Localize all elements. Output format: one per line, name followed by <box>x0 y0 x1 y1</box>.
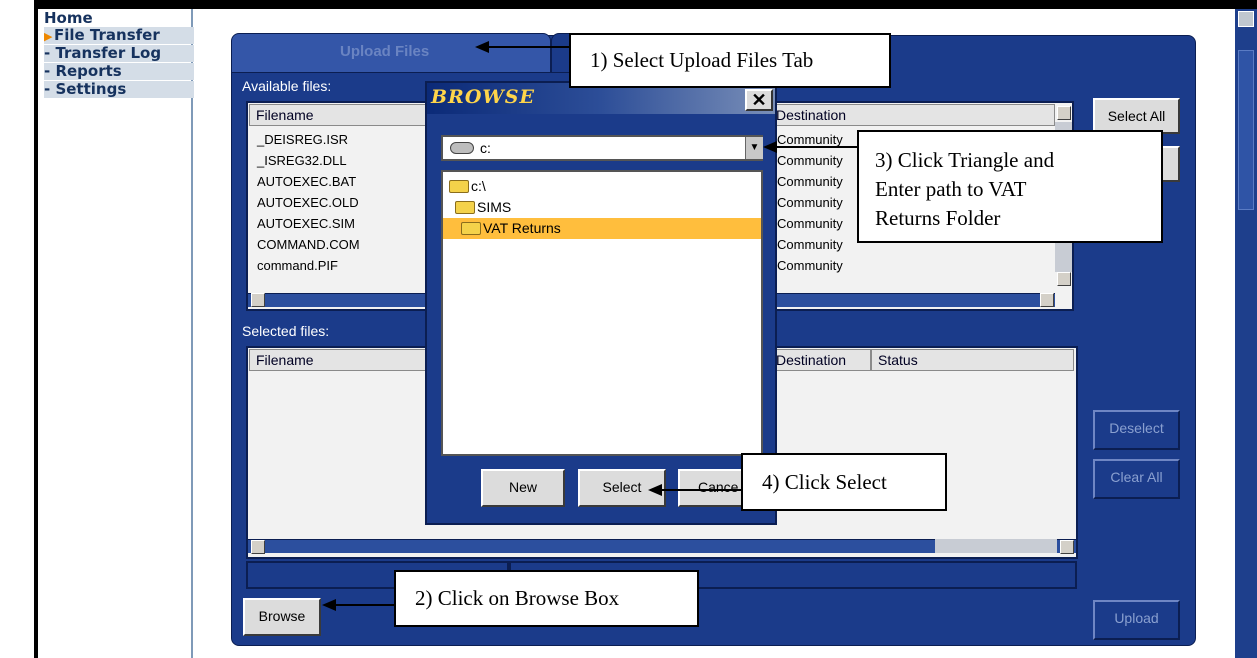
new-folder-button[interactable]: New <box>481 469 565 507</box>
available-files-label: Available files: <box>242 78 332 94</box>
nav-file-transfer[interactable]: ▶ File Transfer <box>44 27 194 44</box>
selected-files-label: Selected files: <box>242 323 330 339</box>
folder-label: c:\ <box>471 178 486 194</box>
browse-button[interactable]: Browse <box>243 598 321 636</box>
dialog-title: BROWSE <box>431 86 535 108</box>
list-scroll-down-button[interactable] <box>1057 272 1071 286</box>
sidebar-nav: Home ▶ File Transfer - Transfer Log - Rep… <box>38 9 194 658</box>
callout-2: 2) Click on Browse Box <box>394 570 699 627</box>
callout-4: 4) Click Select <box>741 453 947 511</box>
drive-icon <box>450 142 474 154</box>
arrowhead-icon <box>763 141 777 153</box>
nav-file-transfer-label: File Transfer <box>54 26 160 44</box>
nav-home-label: Home <box>44 9 93 27</box>
nav-transfer-log[interactable]: - Transfer Log <box>44 45 194 62</box>
callout-3-line-3: Returns Folder <box>875 206 1001 230</box>
callout-1: 1) Select Upload Files Tab <box>569 33 891 88</box>
nav-settings-label: - Settings <box>44 80 127 98</box>
select-all-button[interactable]: Select All <box>1093 98 1180 134</box>
folder-open-icon <box>449 180 469 193</box>
arrowhead-icon <box>648 484 662 496</box>
folder-open-icon <box>461 222 481 235</box>
folder-label: SIMS <box>477 199 512 215</box>
arrowhead-icon <box>322 599 336 611</box>
top-border <box>34 0 1257 9</box>
callout-3-line-2: Enter path to VAT <box>875 177 1027 201</box>
nav-reports-label: - Reports <box>44 62 122 80</box>
callout-1-arrow <box>488 46 569 48</box>
folder-label: VAT Returns <box>483 220 561 236</box>
folder-item-sims[interactable]: SIMS <box>443 197 761 218</box>
selected-col-destination[interactable]: Destination <box>769 349 871 371</box>
folder-item-root[interactable]: c:\ <box>443 176 761 197</box>
selected-col-status[interactable]: Status <box>871 349 1074 371</box>
nav-home[interactable]: Home <box>44 10 194 27</box>
callout-4-arrow <box>662 489 741 491</box>
dropdown-triangle-icon[interactable]: ▼ <box>745 137 763 159</box>
scroll-up-button[interactable] <box>1238 11 1254 27</box>
nav-settings[interactable]: - Settings <box>44 81 194 98</box>
available-scroll-right-button[interactable] <box>1040 293 1054 307</box>
list-scroll-up-button[interactable] <box>1057 106 1071 120</box>
deselect-button[interactable]: Deselect <box>1093 410 1180 450</box>
upload-button[interactable]: Upload <box>1093 600 1180 640</box>
callout-3-arrow <box>776 146 858 148</box>
close-icon[interactable]: ✕ <box>745 89 773 111</box>
selected-scroll-right-button[interactable] <box>1060 540 1074 554</box>
list-item-dest: Community <box>777 258 843 273</box>
available-col-destination[interactable]: Destination <box>769 104 1055 126</box>
callout-3: 3) Click Triangle and Enter path to VAT … <box>857 130 1163 243</box>
folder-open-icon <box>455 201 475 214</box>
callout-2-arrow <box>336 604 394 606</box>
folder-list: c:\ SIMS VAT Returns <box>441 170 763 456</box>
tab-upload-files-label: Upload Files <box>340 43 430 60</box>
clear-all-button[interactable]: Clear All <box>1093 459 1180 499</box>
drive-value: c: <box>480 140 491 156</box>
nav-transfer-log-label: - Transfer Log <box>44 44 162 62</box>
chevron-right-icon: ▶ <box>44 30 53 43</box>
scroll-thumb[interactable] <box>1238 50 1254 210</box>
folder-item-vat-returns[interactable]: VAT Returns <box>443 218 761 239</box>
selected-hscroll-track[interactable] <box>935 539 1057 553</box>
selected-scroll-left-button[interactable] <box>251 540 265 554</box>
arrowhead-icon <box>475 41 489 53</box>
callout-3-line-1: 3) Click Triangle and <box>875 148 1055 172</box>
nav-reports[interactable]: - Reports <box>44 63 194 80</box>
available-scroll-left-button[interactable] <box>251 293 265 307</box>
